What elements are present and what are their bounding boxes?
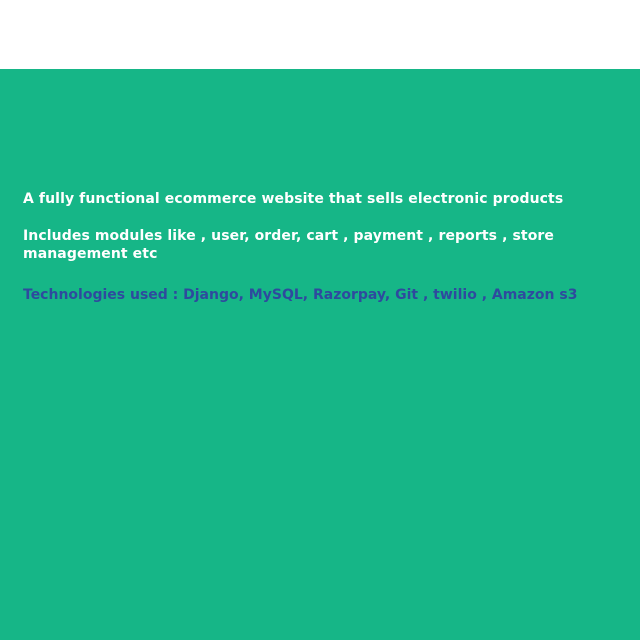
project-modules: Includes modules like , user, order, car… xyxy=(23,228,555,262)
project-card: A fully functional ecommerce website tha… xyxy=(0,69,640,640)
project-technologies: Technologies used : Django, MySQL, Razor… xyxy=(23,287,578,303)
project-details: A fully functional ecommerce website tha… xyxy=(23,190,603,304)
top-blank-area xyxy=(0,0,640,69)
project-description: A fully functional ecommerce website tha… xyxy=(23,191,564,207)
